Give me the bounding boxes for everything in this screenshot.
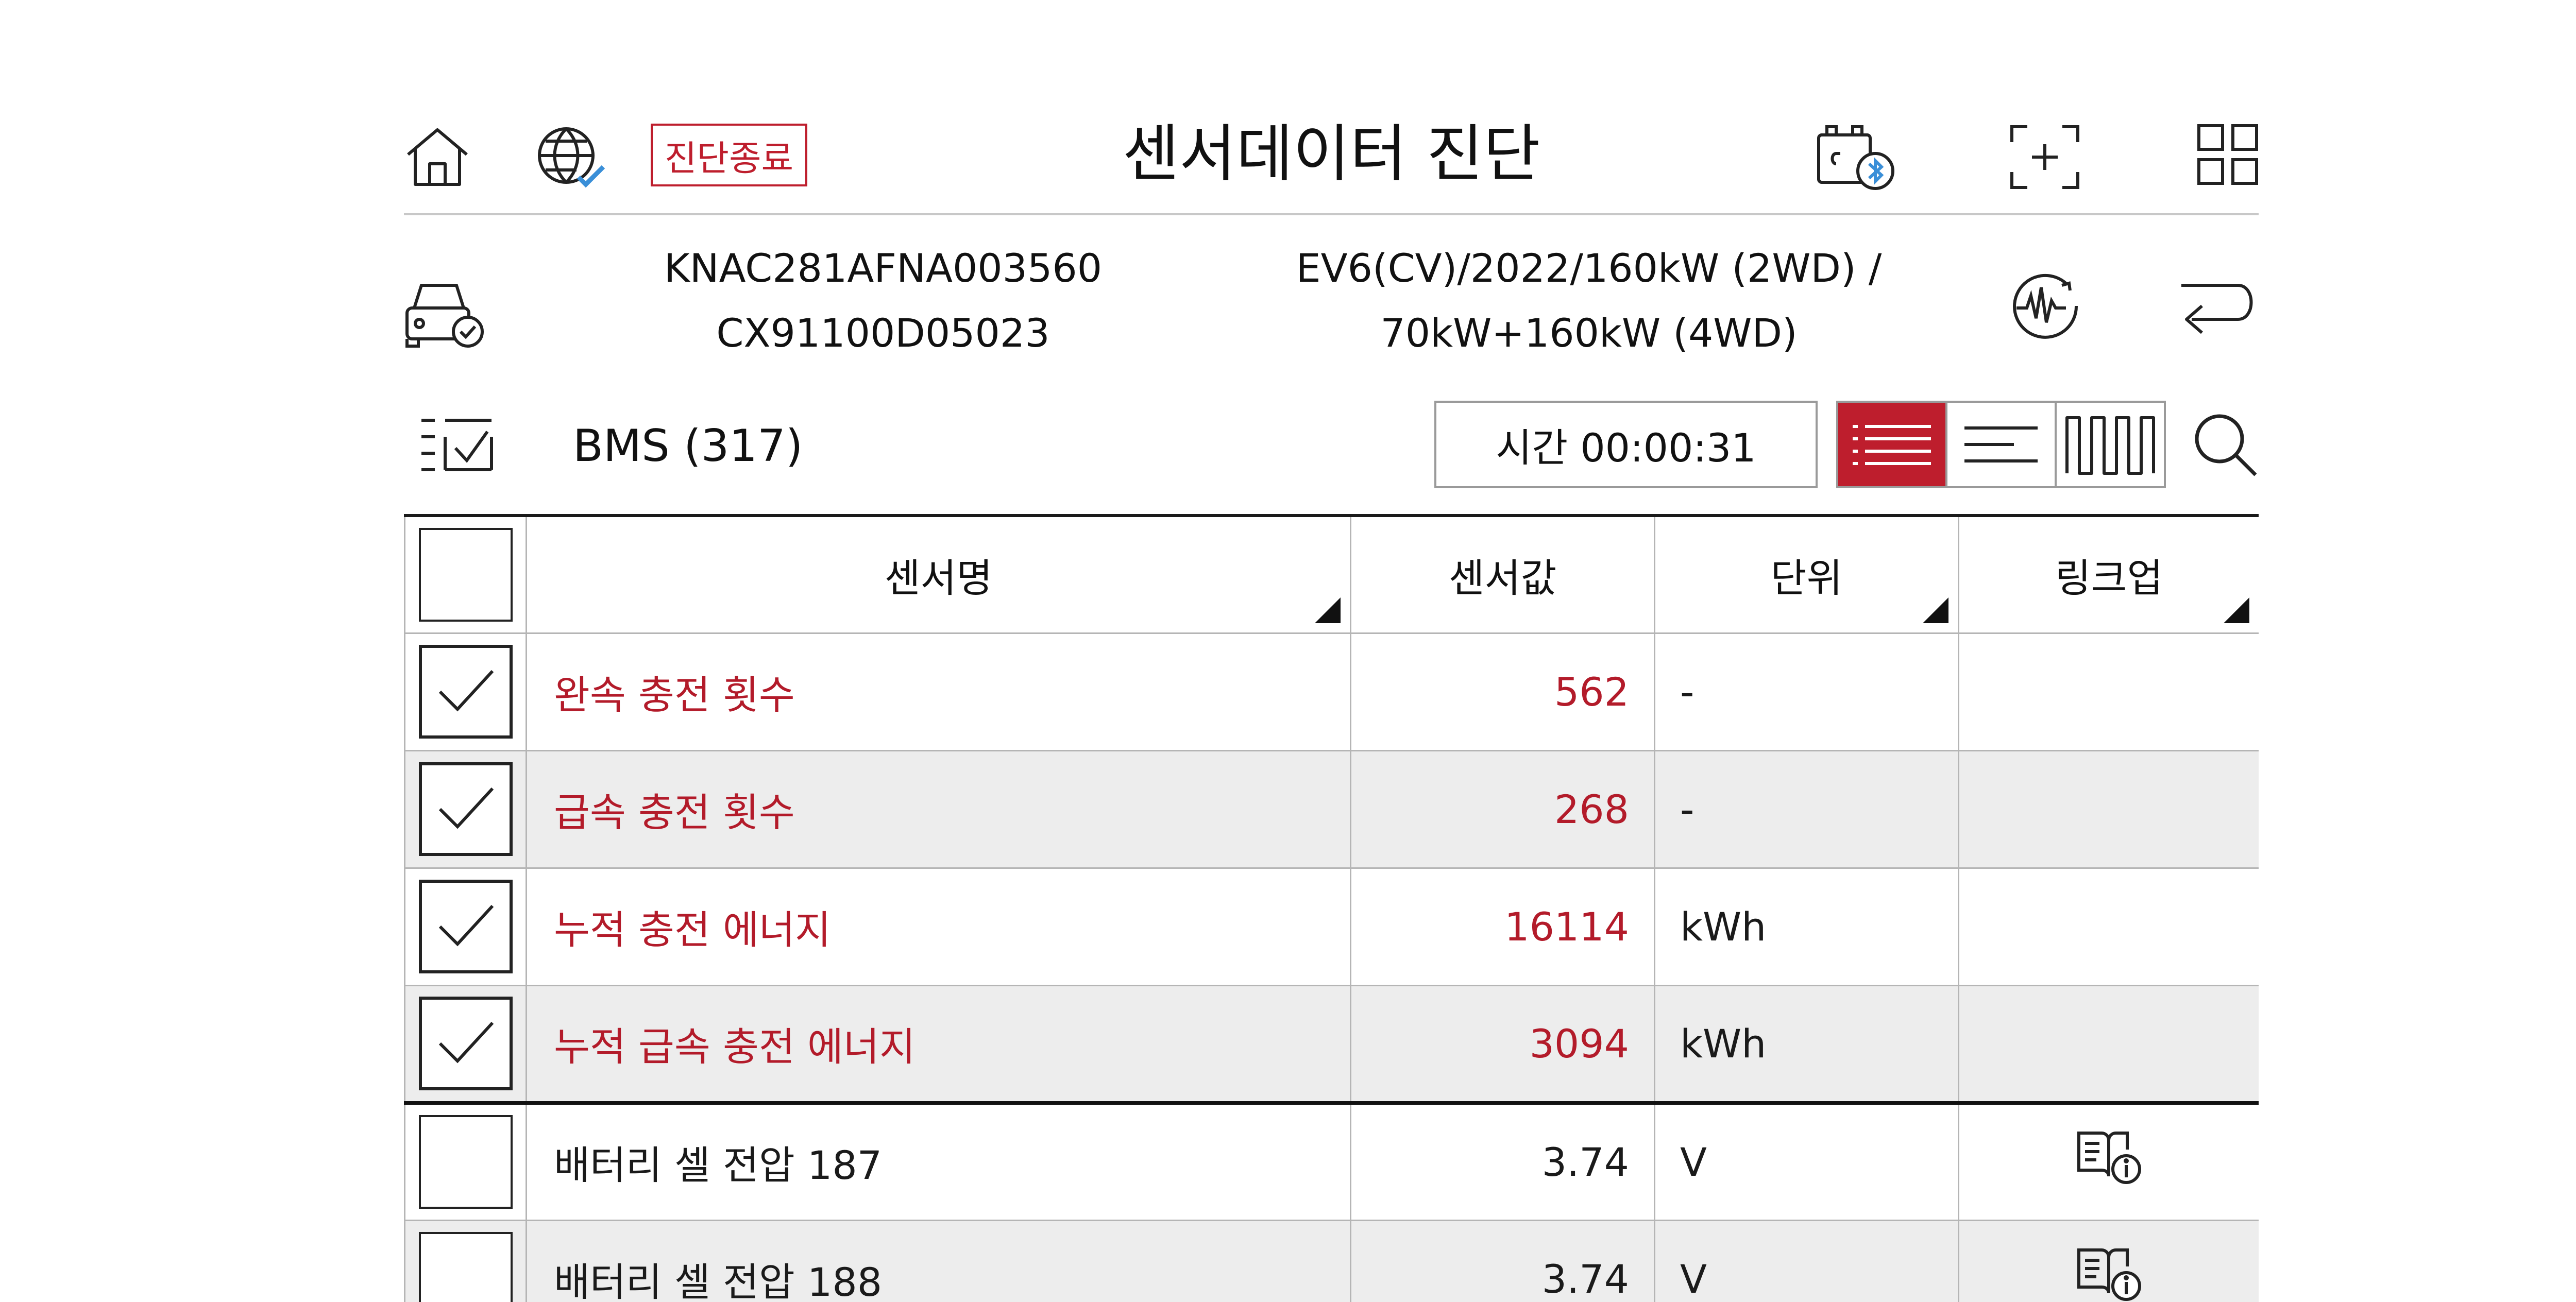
- check-icon: [435, 901, 497, 952]
- elapsed-timer: 시간 00:00:31: [1434, 401, 1818, 488]
- column-header-unit[interactable]: 단위: [1654, 514, 1959, 634]
- waveform-refresh-icon[interactable]: [2004, 265, 2087, 347]
- sensor-toolbar: BMS (317) 시간 00:00:31: [404, 401, 2259, 514]
- sensor-value: 3094: [1350, 985, 1655, 1105]
- linkup-cell: [1958, 750, 2259, 869]
- row-checkbox[interactable]: [418, 1115, 513, 1209]
- sensor-value: 562: [1350, 633, 1655, 751]
- back-arrow-icon[interactable]: [2176, 270, 2259, 342]
- software-version-text: CX91100D05023: [716, 310, 1050, 356]
- view-mode-toggle: [1836, 401, 2166, 488]
- home-icon[interactable]: [404, 124, 471, 191]
- sensor-value: 268: [1350, 750, 1655, 869]
- table-row[interactable]: 완속 충전 횟수 562-: [404, 633, 2259, 751]
- vehicle-check-icon: [404, 277, 486, 349]
- page-title: 센서데이터 진단: [1122, 118, 1540, 190]
- sensor-unit: V: [1654, 1103, 1959, 1221]
- row-checkbox[interactable]: [418, 997, 513, 1090]
- table-row[interactable]: 급속 충전 횟수 268-: [404, 750, 2259, 869]
- row-checkbox[interactable]: [418, 1232, 513, 1302]
- row-select-cell[interactable]: [404, 1103, 527, 1221]
- top-bar: 진단종료 센서데이터 진단: [404, 98, 2259, 215]
- select-all-cell[interactable]: [404, 514, 527, 634]
- sensor-name: 급속 충전 횟수: [526, 750, 1351, 869]
- table-row[interactable]: 배터리 셀 전압 188 3.74 V: [404, 1220, 2259, 1302]
- check-icon: [435, 1018, 497, 1069]
- column-header-name[interactable]: 센서명: [526, 514, 1351, 634]
- sort-indicator-icon: [1315, 597, 1341, 623]
- sensor-unit: kWh: [1654, 985, 1959, 1105]
- row-checkbox[interactable]: [418, 762, 513, 856]
- sensor-name: 배터리 셀 전압 187: [526, 1103, 1351, 1221]
- table-row[interactable]: 누적 급속 충전 에너지 3094 kWh: [404, 985, 2259, 1105]
- sensor-name: 완속 충전 횟수: [526, 633, 1351, 751]
- select-list-icon[interactable]: [419, 413, 497, 480]
- row-select-cell[interactable]: [404, 1220, 527, 1302]
- column-header-value: 센서값: [1350, 514, 1655, 634]
- sensor-table: 센서명 센서값 단위 링크업 완속 충전 횟수 562- 급속 충전 횟수 268- 누…: [404, 514, 2259, 1302]
- row-checkbox[interactable]: [418, 880, 513, 973]
- linkup-cell: [1958, 985, 2259, 1105]
- vin-text: KNAC281AFNA003560: [664, 245, 1103, 291]
- info-manual-icon[interactable]: [2076, 1246, 2143, 1302]
- grid-menu-icon[interactable]: [2197, 124, 2259, 185]
- vehicle-info-bar: KNAC281AFNA003560 CX91100D05023 EV6(CV)/…: [404, 215, 2259, 401]
- sensor-name: 누적 충전 에너지: [526, 868, 1351, 986]
- column-header-linkup[interactable]: 링크업: [1958, 514, 2259, 634]
- model-line-1: EV6(CV)/2022/160kW (2WD) /: [1296, 245, 1882, 291]
- info-manual-icon[interactable]: [2076, 1129, 2143, 1186]
- sensor-unit: V: [1654, 1220, 1959, 1302]
- sensor-value: 3.74: [1350, 1220, 1655, 1302]
- sensor-name: 누적 급속 충전 에너지: [526, 985, 1351, 1105]
- list-view-button[interactable]: [1838, 403, 1945, 486]
- graph-view-button[interactable]: [2055, 403, 2164, 486]
- select-all-checkbox[interactable]: [418, 527, 513, 622]
- sensor-unit: kWh: [1654, 868, 1959, 986]
- vci-bluetooth-icon[interactable]: [1816, 124, 1898, 191]
- row-select-cell[interactable]: [404, 633, 527, 751]
- sensor-name: 배터리 셀 전압 188: [526, 1220, 1351, 1302]
- row-select-cell[interactable]: [404, 868, 527, 986]
- sensor-unit: -: [1654, 633, 1959, 751]
- text-view-button[interactable]: [1945, 403, 2055, 486]
- linkup-cell: [1958, 868, 2259, 986]
- screen-capture-icon[interactable]: [2009, 124, 2081, 191]
- table-header-row: 센서명 센서값 단위 링크업: [404, 514, 2259, 634]
- table-row[interactable]: 누적 충전 에너지 16114 kWh: [404, 868, 2259, 986]
- check-icon: [435, 783, 497, 835]
- sensor-table-container: 센서명 센서값 단위 링크업 완속 충전 횟수 562- 급속 충전 횟수 268- 누…: [404, 514, 2259, 1302]
- search-icon[interactable]: [2192, 411, 2259, 478]
- vehicle-id-block: KNAC281AFNA003560 CX91100D05023: [600, 236, 1166, 366]
- sort-indicator-icon: [2224, 597, 2249, 623]
- model-line-2: 70kW+160kW (4WD): [1380, 310, 1798, 356]
- end-diagnosis-button[interactable]: 진단종료: [651, 124, 807, 186]
- check-icon: [435, 666, 497, 717]
- sensor-unit: -: [1654, 750, 1959, 869]
- module-label: BMS (317): [573, 420, 803, 472]
- globe-check-icon[interactable]: [535, 124, 607, 191]
- sort-indicator-icon: [1923, 597, 1948, 623]
- row-select-cell[interactable]: [404, 750, 527, 869]
- linkup-cell: [1958, 633, 2259, 751]
- sensor-value: 16114: [1350, 868, 1655, 986]
- table-row[interactable]: 배터리 셀 전압 187 3.74 V: [404, 1103, 2259, 1221]
- vehicle-model-block: EV6(CV)/2022/160kW (2WD) / 70kW+160kW (4…: [1249, 236, 1929, 366]
- linkup-cell[interactable]: [1958, 1220, 2259, 1302]
- linkup-cell[interactable]: [1958, 1103, 2259, 1221]
- sensor-value: 3.74: [1350, 1103, 1655, 1221]
- row-select-cell[interactable]: [404, 985, 527, 1105]
- sensor-data-app: 진단종료 센서데이터 진단 KNAC281AFNA003560 CX91100D…: [404, 98, 2259, 1302]
- row-checkbox[interactable]: [418, 645, 513, 739]
